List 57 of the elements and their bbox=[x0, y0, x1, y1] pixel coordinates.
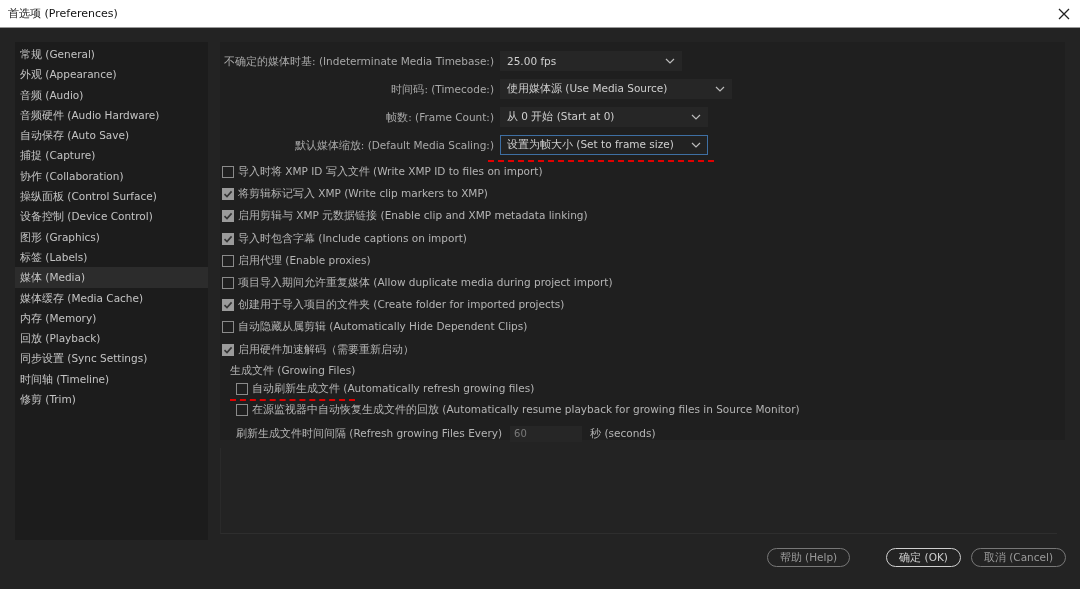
sidebar-item[interactable]: 捕捉 (Capture) bbox=[15, 145, 208, 166]
checkbox-label: 启用代理 (Enable proxies) bbox=[238, 253, 371, 268]
checkbox[interactable] bbox=[222, 321, 234, 334]
checkbox[interactable] bbox=[222, 299, 234, 312]
field-label: 刷新生成文件时间间隔 (Refresh growing Files Every) bbox=[236, 426, 503, 441]
checkbox-label: 自动隐藏从属剪辑 (Automatically Hide Dependent Clips) bbox=[238, 320, 528, 335]
dropdown[interactable]: 25.00 fps bbox=[500, 51, 682, 71]
checkbox-label: 导入时包含字幕 (Include captions on import) bbox=[238, 231, 467, 246]
dropdown[interactable]: 使用媒体源 (Use Media Source) bbox=[500, 79, 732, 99]
checkbox[interactable] bbox=[222, 277, 234, 290]
section-title: 生成文件 (Growing Files) bbox=[230, 362, 357, 378]
window-title: 首选项 (Preferences) bbox=[7, 6, 118, 21]
checkbox[interactable] bbox=[222, 166, 234, 179]
checkbox[interactable] bbox=[236, 404, 248, 417]
chevron-icon bbox=[715, 86, 725, 92]
field-label: 帧数: (Frame Count:) bbox=[385, 110, 494, 125]
checkbox-label: 项目导入期间允许重复媒体 (Allow duplicate media during project import) bbox=[238, 276, 613, 291]
field-label: 默认媒体缩放: (Default Media Scaling:) bbox=[293, 138, 494, 153]
checkbox[interactable] bbox=[236, 383, 248, 396]
checkbox-label: 在源监视器中自动恢复生成文件的回放 (Automatically resume playback for growing files in Source Monitor) bbox=[252, 403, 800, 418]
sidebar-item[interactable]: 标签 (Labels) bbox=[15, 246, 208, 268]
checkbox-label: 自动刷新生成文件 (Automatically refresh growing files) bbox=[252, 382, 535, 397]
sidebar-item[interactable]: 设备控制 (Device Control) bbox=[15, 206, 208, 227]
sidebar-item[interactable]: 操纵面板 (Control Surface) bbox=[15, 186, 208, 207]
close-icon bbox=[1058, 7, 1070, 20]
sidebar-item[interactable]: 协作 (Collaboration) bbox=[15, 165, 208, 187]
checkbox-label: 启用硬件加速解码（需要重新启动） bbox=[238, 342, 414, 357]
checkbox[interactable] bbox=[222, 210, 234, 223]
sidebar-item[interactable]: 修剪 (Trim) bbox=[15, 389, 208, 410]
checkbox-label: 导入时将 XMP ID 写入文件 (Write XMP ID to files on import) bbox=[238, 165, 543, 180]
sidebar-item[interactable]: 自动保存 (Auto Save) bbox=[15, 125, 208, 146]
sidebar-item[interactable]: 图形 (Graphics) bbox=[15, 226, 208, 247]
checkbox-label: 创建用于导入项目的文件夹 (Create folder for imported projects) bbox=[238, 298, 565, 313]
checkbox-label: 启用剪辑与 XMP 元数据链接 (Enable clip and XMP metadata linking) bbox=[238, 209, 588, 224]
dropdown[interactable]: 从 0 开始 (Start at 0) bbox=[500, 107, 708, 127]
checkbox[interactable] bbox=[222, 188, 234, 201]
checkbox-label: 将剪辑标记写入 XMP (Write clip markers to XMP) bbox=[238, 187, 488, 202]
sidebar-item[interactable]: 同步设置 (Sync Settings) bbox=[15, 348, 208, 369]
dropdown[interactable]: 设置为帧大小 (Set to frame size) bbox=[500, 135, 708, 155]
sidebar-item[interactable]: 回放 (Playback) bbox=[15, 328, 208, 349]
sidebar-item[interactable]: 媒体 (Media) bbox=[15, 267, 208, 288]
sidebar-item[interactable]: 常规 (General) bbox=[15, 44, 208, 65]
chevron-icon bbox=[665, 58, 675, 64]
checkbox[interactable] bbox=[222, 232, 234, 245]
sidebar-item[interactable]: 时间轴 (Timeline) bbox=[15, 368, 208, 390]
unit-label: 秒 (seconds) bbox=[590, 426, 656, 441]
sidebar-item[interactable]: 外观 (Appearance) bbox=[15, 64, 208, 85]
sidebar-item[interactable]: 音频硬件 (Audio Hardware) bbox=[15, 104, 208, 126]
checkbox[interactable] bbox=[222, 254, 234, 267]
chevron-icon bbox=[691, 114, 701, 120]
field-label: 时间码: (Timecode:) bbox=[390, 82, 494, 97]
sidebar-item[interactable]: 音频 (Audio) bbox=[15, 84, 208, 105]
chevron-icon bbox=[691, 142, 701, 148]
checkbox[interactable] bbox=[222, 343, 234, 356]
sidebar-item[interactable]: 媒体缓存 (Media Cache) bbox=[15, 287, 208, 308]
field-label: 不确定的媒体时基: (Indeterminate Media Timebase:) bbox=[223, 54, 494, 69]
sidebar-item[interactable]: 内存 (Memory) bbox=[15, 307, 208, 329]
